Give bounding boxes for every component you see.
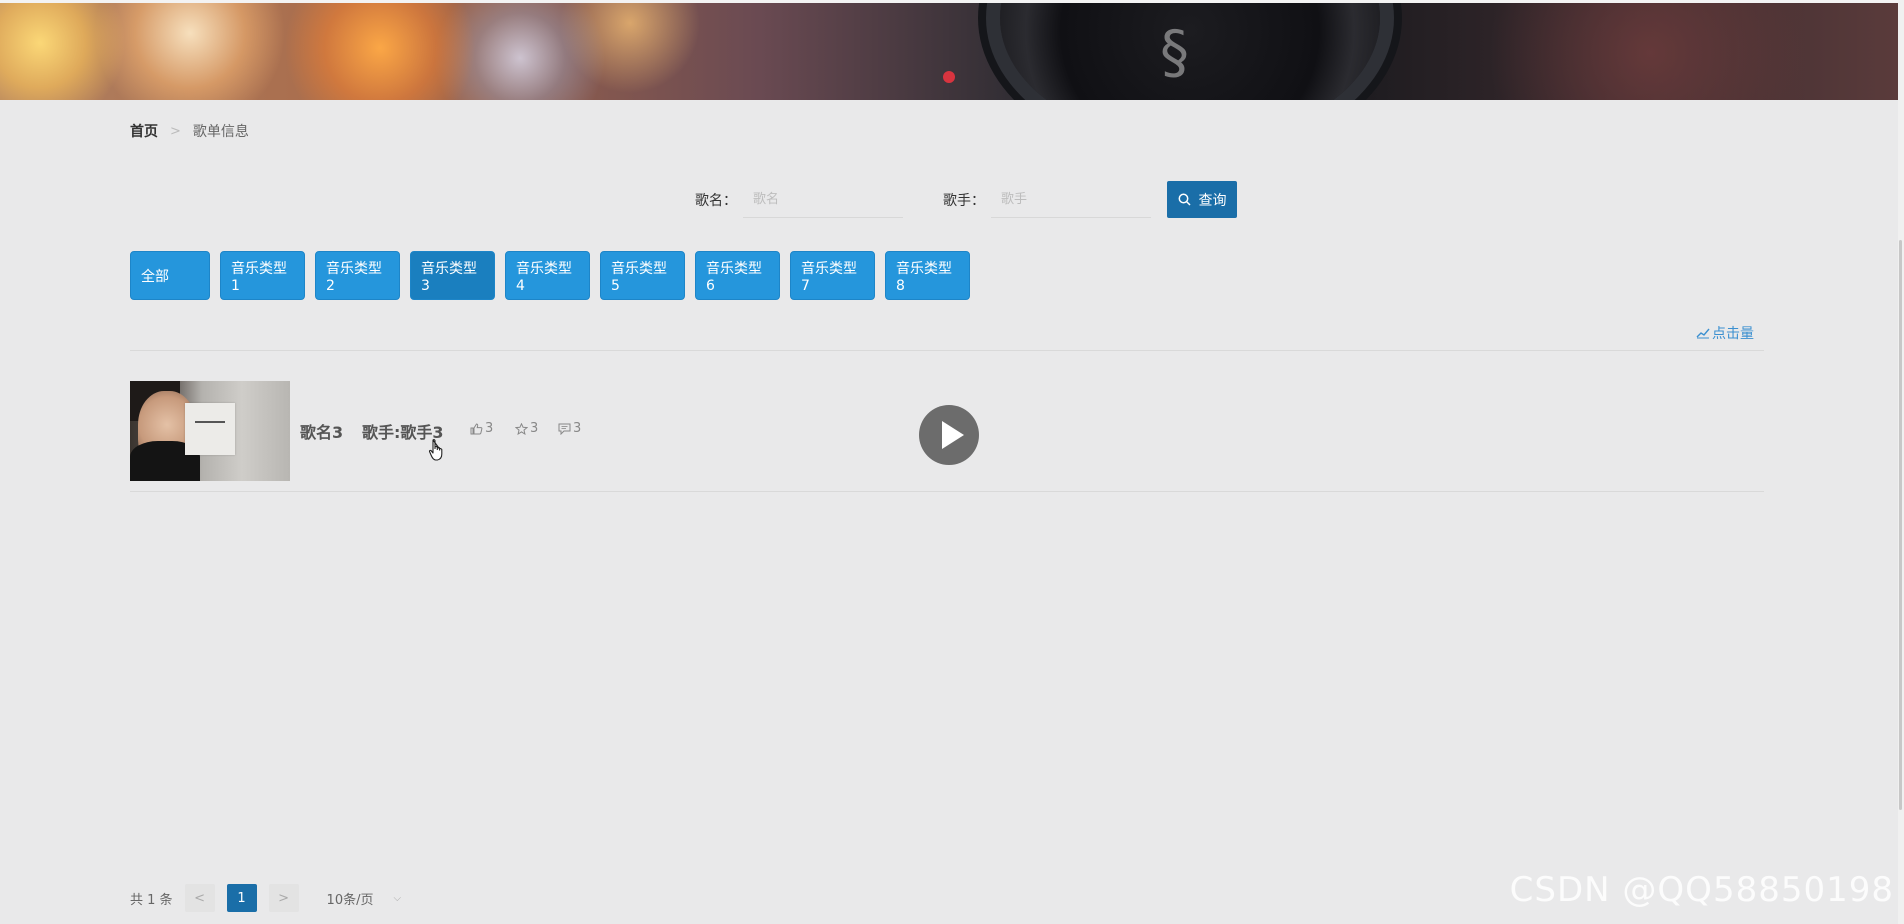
page-size-value: 10条/页 <box>326 892 374 908</box>
comments-stat[interactable]: 3 <box>558 421 581 436</box>
type-1-button[interactable]: 音乐类型1 <box>220 251 305 300</box>
thumbs-up-icon <box>470 422 483 434</box>
singer-label: 歌手： <box>943 192 985 209</box>
play-button[interactable] <box>919 405 979 465</box>
song-name-input[interactable] <box>743 181 903 218</box>
singer-input[interactable] <box>991 181 1151 218</box>
scrollbar-thumb[interactable] <box>1899 240 1902 810</box>
type-6-button[interactable]: 音乐类型6 <box>695 251 780 300</box>
query-button[interactable]: 查询 <box>1167 181 1237 218</box>
type-7-button[interactable]: 音乐类型7 <box>790 251 875 300</box>
type-4-button[interactable]: 音乐类型4 <box>505 251 590 300</box>
carousel-indicator-dot[interactable] <box>943 71 955 83</box>
page-size-select[interactable]: 10条/页 ⌵ <box>327 889 402 908</box>
favorites-count: 3 <box>530 421 539 436</box>
type-3-button[interactable]: 音乐类型3 <box>410 251 495 300</box>
prev-page-button[interactable]: < <box>184 884 215 912</box>
hand-cursor-icon <box>428 439 443 461</box>
vertical-scrollbar[interactable] <box>1898 0 1904 924</box>
page-number-1[interactable]: 1 <box>226 884 257 912</box>
breadcrumb-separator: > <box>170 123 181 139</box>
type-2-button[interactable]: 音乐类型2 <box>315 251 400 300</box>
music-type-filter: 全部 音乐类型1 音乐类型2 音乐类型3 音乐类型4 音乐类型5 音乐类型6 音… <box>130 251 970 300</box>
pagination-total: 共 1 条 <box>130 892 173 908</box>
type-5-button[interactable]: 音乐类型5 <box>600 251 685 300</box>
song-name-label: 歌名： <box>695 192 737 209</box>
type-8-button[interactable]: 音乐类型8 <box>885 251 970 300</box>
comments-count: 3 <box>573 421 582 436</box>
next-page-button[interactable]: > <box>268 884 299 912</box>
favorites-stat[interactable]: 3 <box>515 421 538 436</box>
song-title[interactable]: 歌名3 <box>300 419 343 443</box>
star-icon <box>515 422 528 435</box>
header-banner: § <box>0 3 1898 100</box>
breadcrumb: 首页 > 歌单信息 <box>130 121 249 141</box>
pagination: 共 1 条 < 1 > 10条/页 ⌵ <box>130 884 401 912</box>
likes-count: 3 <box>485 421 494 436</box>
watermark: CSDN @QQ58850198 <box>1509 870 1894 910</box>
list-bottom-divider <box>130 491 1764 492</box>
type-all-button[interactable]: 全部 <box>130 251 210 300</box>
likes-stat[interactable]: 3 <box>470 421 493 436</box>
search-icon <box>1178 193 1191 206</box>
song-cover-image[interactable] <box>130 381 290 481</box>
sort-label: 点击量 <box>1712 326 1754 342</box>
chevron-down-icon: ⌵ <box>393 892 402 904</box>
list-top-divider <box>130 350 1764 351</box>
razer-logo-icon: § <box>1160 18 1189 86</box>
breadcrumb-current: 歌单信息 <box>192 124 249 140</box>
sort-by-clicks[interactable]: 点击量 <box>1696 323 1754 343</box>
breadcrumb-home-link[interactable]: 首页 <box>130 121 158 141</box>
trend-chart-icon <box>1696 328 1710 339</box>
search-bar: 歌名： 歌手： 查询 <box>695 181 1237 218</box>
headphone-earcup-image <box>1000 3 1380 100</box>
comment-icon <box>558 423 571 435</box>
query-button-label: 查询 <box>1198 192 1227 209</box>
